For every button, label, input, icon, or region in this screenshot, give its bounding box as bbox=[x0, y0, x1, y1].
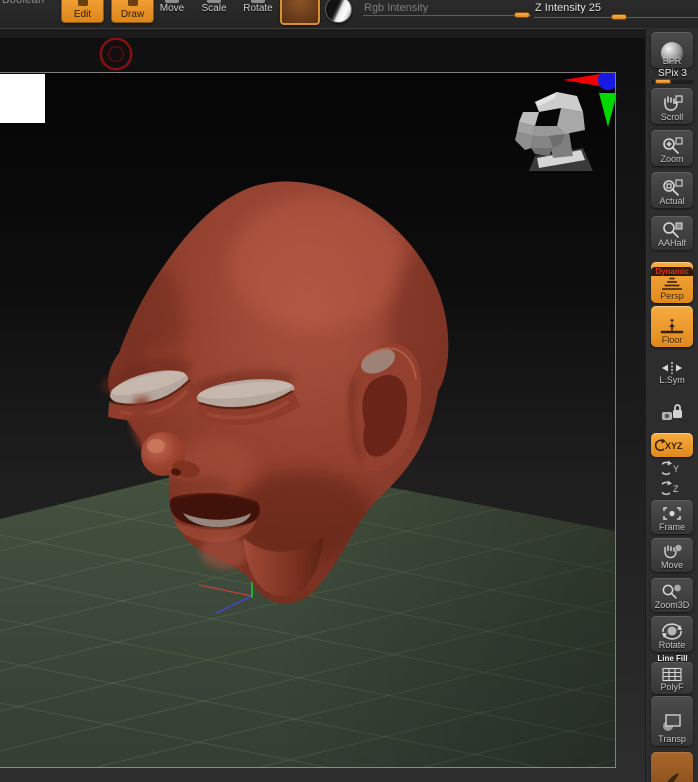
rgb-intensity-slider[interactable]: Rgb Intensity bbox=[363, 0, 531, 24]
line-fill-label: Line Fill bbox=[657, 654, 688, 663]
edit-button[interactable]: Edit bbox=[61, 0, 104, 23]
hand-sphere-icon bbox=[664, 544, 682, 559]
transparency-icon bbox=[663, 714, 681, 731]
dynamic-tag: Dynamic bbox=[651, 267, 693, 276]
ghost-brush-icon bbox=[667, 773, 679, 782]
scene-3d[interactable] bbox=[0, 73, 615, 768]
floor-button[interactable]: Floor bbox=[651, 306, 693, 347]
tool-preview-head bbox=[515, 92, 593, 171]
rotate-xyz-button[interactable]: XYZ bbox=[651, 433, 693, 457]
camera-lock-icon bbox=[662, 404, 682, 420]
stroke-preview-button[interactable] bbox=[280, 0, 320, 25]
rotate-xyz-icon: XYZ bbox=[655, 438, 683, 451]
rotate-button[interactable]: Rotate bbox=[651, 616, 693, 652]
bpr-button[interactable]: BPR bbox=[651, 32, 693, 68]
rotate-z-icon: Z bbox=[659, 480, 679, 496]
scroll-button[interactable]: Scroll bbox=[651, 88, 693, 124]
zoom-button[interactable]: Zoom bbox=[651, 130, 693, 166]
spix-handle[interactable] bbox=[655, 79, 671, 84]
polyf-button[interactable]: PolyF bbox=[651, 662, 693, 694]
floor-elevation-icon bbox=[660, 319, 684, 334]
viewport-area[interactable] bbox=[0, 38, 645, 782]
spix-slider[interactable]: SPix 3 bbox=[649, 68, 696, 86]
svg-text:XYZ: XYZ bbox=[665, 441, 683, 451]
svg-text:Z: Z bbox=[673, 484, 679, 494]
zbrush-window: Boolean Edit Draw Move Scale Rotate Rgb … bbox=[0, 0, 698, 782]
rgb-intensity-handle[interactable] bbox=[514, 12, 530, 18]
rotate-z-button[interactable]: Z bbox=[646, 479, 698, 502]
rotate-y-icon: Y bbox=[659, 460, 679, 476]
axis-y-arrow bbox=[599, 93, 615, 127]
wire-grid-icon bbox=[662, 667, 682, 682]
zoom3d-button[interactable]: Zoom3D bbox=[651, 578, 693, 612]
hand-icon bbox=[664, 95, 683, 111]
material-orb-icon[interactable] bbox=[325, 0, 352, 23]
lsym-button[interactable]: L.Sym bbox=[651, 356, 693, 387]
aahalf-button[interactable]: AAHalf bbox=[651, 216, 693, 250]
persp-button[interactable]: Dynamic Persp bbox=[651, 262, 693, 303]
ghost-button[interactable] bbox=[651, 752, 693, 782]
frame-button[interactable]: Frame bbox=[651, 500, 693, 534]
magnifier-plus-icon bbox=[663, 137, 683, 154]
document-canvas[interactable] bbox=[0, 72, 616, 768]
transp-button[interactable]: Transp bbox=[651, 696, 693, 746]
white-swatch bbox=[0, 74, 45, 123]
move-tool-button[interactable]: Move bbox=[152, 0, 192, 22]
frame-corners-icon bbox=[663, 507, 681, 520]
magnifier-half-icon bbox=[663, 222, 683, 238]
rotate-sphere-icon bbox=[662, 623, 682, 640]
boolean-label: Boolean bbox=[2, 0, 45, 6]
top-toolbar: Boolean Edit Draw Move Scale Rotate Rgb … bbox=[0, 0, 698, 28]
axis-z-dot bbox=[598, 73, 615, 90]
toolbar-separator bbox=[0, 28, 645, 38]
move-button[interactable]: Move bbox=[651, 538, 693, 572]
rgb-intensity-track bbox=[363, 15, 531, 16]
local-transform-button[interactable] bbox=[651, 392, 693, 428]
magnifier-actual-icon bbox=[663, 179, 683, 196]
scale-tool-button[interactable]: Scale bbox=[194, 0, 234, 22]
brush-cursor-ring bbox=[99, 38, 133, 71]
perspective-lines-icon bbox=[662, 277, 682, 290]
draw-button[interactable]: Draw bbox=[111, 0, 154, 23]
svg-text:Y: Y bbox=[673, 464, 679, 474]
actual-button[interactable]: Actual bbox=[651, 172, 693, 208]
right-shelf: BPR SPix 3 Scroll Zoom Actual AAHalf Dyn… bbox=[645, 28, 698, 782]
z-intensity-handle[interactable] bbox=[611, 14, 627, 20]
z-intensity-slider[interactable]: Z Intensity 25 bbox=[534, 0, 698, 24]
edit-icon bbox=[77, 0, 88, 6]
draw-icon bbox=[127, 0, 138, 6]
symmetry-arrows-icon bbox=[662, 362, 682, 374]
rotate-tool-button[interactable]: Rotate bbox=[236, 0, 280, 22]
magnifier-sphere-icon bbox=[662, 584, 681, 599]
